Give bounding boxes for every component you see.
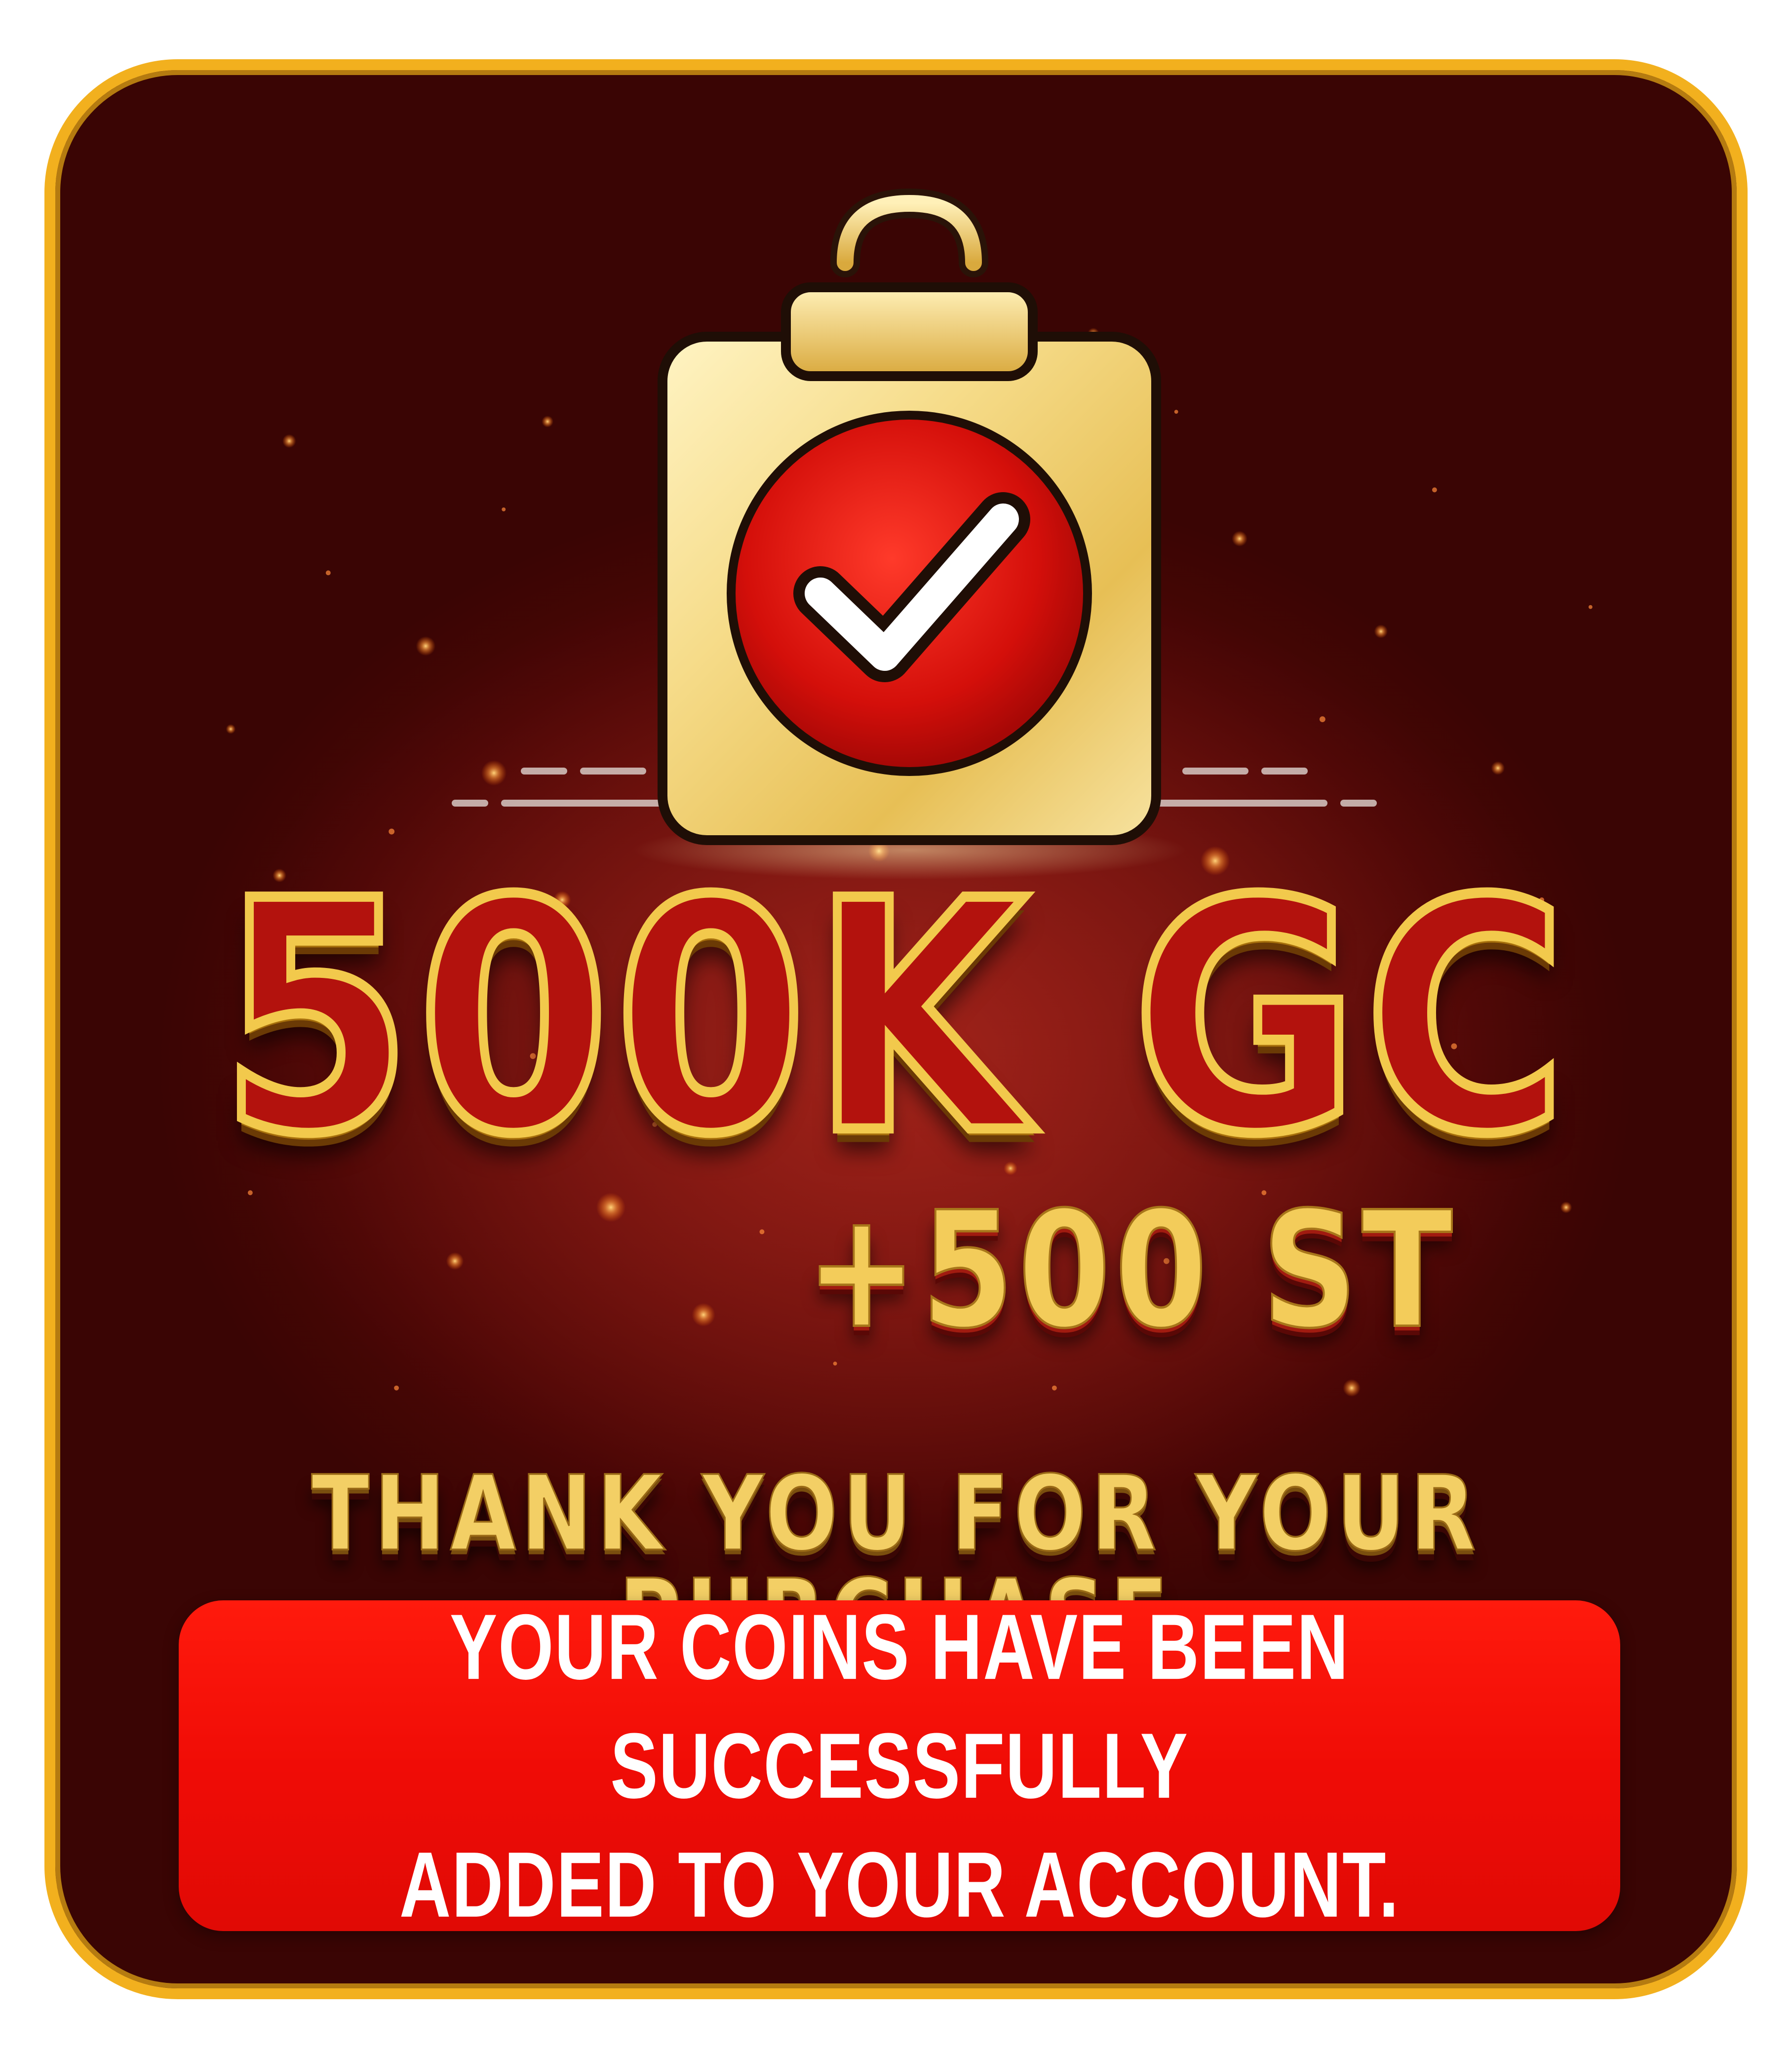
bonus-amount: +500 ST [805, 1177, 1457, 1364]
main-coin-amount: 500K GC [216, 834, 1572, 1204]
success-message-line-1: YOUR COINS HAVE BEEN SUCCESSFULLY [450, 1594, 1349, 1818]
success-message-box: YOUR COINS HAVE BEEN SUCCESSFULLY ADDED … [179, 1594, 1620, 1937]
success-message-line-2: ADDED TO YOUR ACCOUNT. [399, 1832, 1400, 1937]
success-message: YOUR COINS HAVE BEEN SUCCESSFULLY ADDED … [305, 1588, 1494, 1944]
clipboard-check-icon [633, 188, 1186, 880]
purchase-success-card: 500K GC +500 ST THANK YOU FOR YOUR PURCH… [44, 59, 1748, 1999]
